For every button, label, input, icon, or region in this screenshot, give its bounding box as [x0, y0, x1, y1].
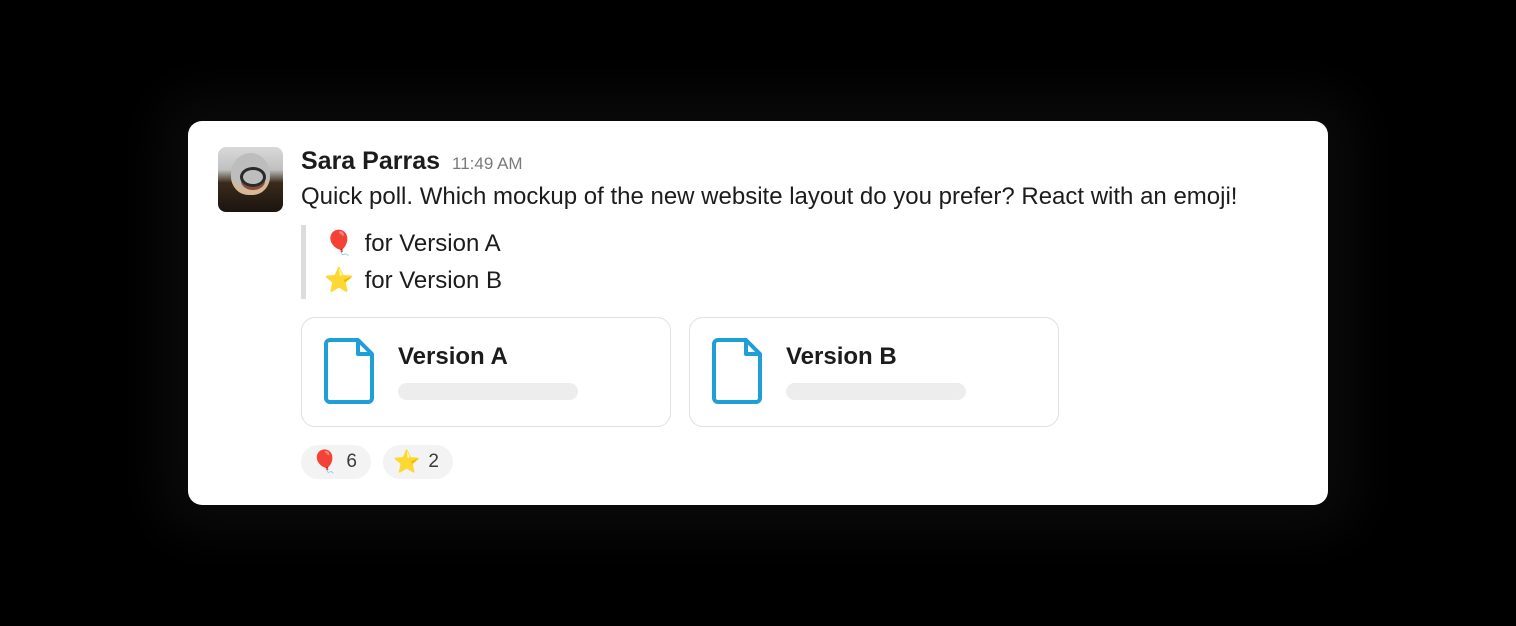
message-card: Sara Parras 11:49 AM Quick poll. Which m… — [188, 121, 1328, 505]
file-icon — [712, 338, 764, 404]
balloon-icon: 🎈 — [324, 225, 354, 262]
attachment-info: Version A — [398, 343, 648, 400]
timestamp: 11:49 AM — [452, 154, 523, 174]
reaction-balloon[interactable]: 🎈 6 — [301, 445, 371, 479]
star-icon: ⭐ — [324, 262, 354, 299]
attachment-card[interactable]: Version B — [689, 317, 1059, 427]
reaction-count: 6 — [346, 451, 357, 473]
attachment-title: Version B — [786, 343, 1036, 371]
attachments: Version A Version B — [301, 317, 1298, 427]
poll-option-label: for Version A — [365, 230, 501, 257]
attachment-meta-placeholder — [786, 383, 966, 400]
reaction-star[interactable]: ⭐ 2 — [383, 445, 453, 479]
message-body: Quick poll. Which mockup of the new webs… — [301, 180, 1298, 215]
author-name[interactable]: Sara Parras — [301, 147, 440, 176]
poll-option-label: for Version B — [365, 267, 502, 294]
reactions: 🎈 6 ⭐ 2 — [301, 445, 1298, 479]
attachment-card[interactable]: Version A — [301, 317, 671, 427]
attachment-title: Version A — [398, 343, 648, 371]
attachment-info: Version B — [786, 343, 1036, 400]
poll-options: 🎈 for Version A ⭐ for Version B — [301, 225, 1298, 299]
message-header: Sara Parras 11:49 AM — [301, 147, 1298, 176]
poll-option: ⭐ for Version B — [324, 262, 1298, 299]
poll-option: 🎈 for Version A — [324, 225, 1298, 262]
file-icon — [324, 338, 376, 404]
star-icon: ⭐ — [393, 449, 420, 475]
avatar[interactable] — [218, 147, 283, 212]
balloon-icon: 🎈 — [311, 449, 338, 475]
reaction-count: 2 — [428, 451, 439, 473]
attachment-meta-placeholder — [398, 383, 578, 400]
message-content: Sara Parras 11:49 AM Quick poll. Which m… — [301, 147, 1298, 479]
